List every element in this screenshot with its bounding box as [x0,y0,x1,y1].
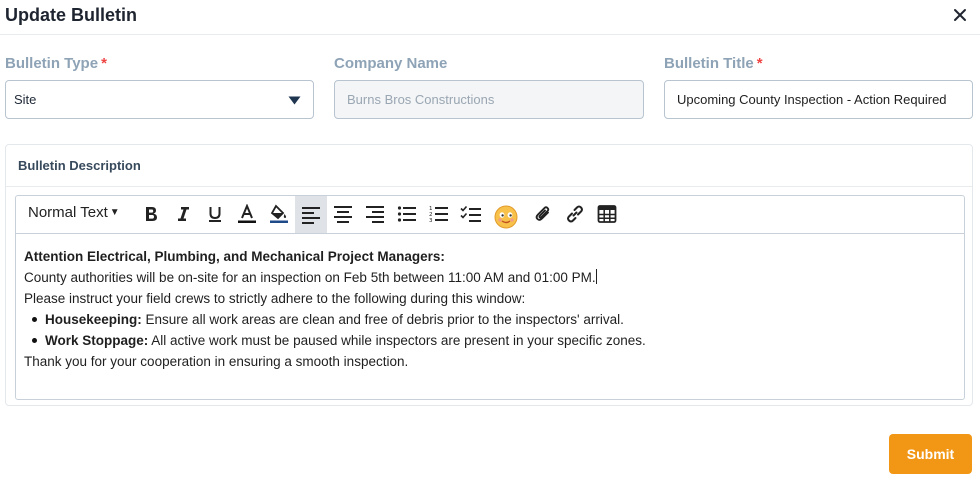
numbered-list-icon[interactable]: 123 [426,201,452,227]
bulletin-type-select[interactable]: Site [5,80,314,119]
list-item: Work Stoppage: All active work must be p… [24,330,954,351]
underline-icon[interactable] [202,201,228,227]
svg-text:3: 3 [429,218,433,223]
company-name-value: Burns Bros Constructions [347,92,495,107]
list-item-text: All active work must be paused while ins… [148,333,646,348]
close-icon[interactable] [950,5,970,25]
submit-button[interactable]: Submit [889,434,972,474]
dropdown-arrow-icon [288,96,301,105]
bulletin-title-label: Bulletin Title * [664,55,763,72]
bold-icon[interactable] [138,201,164,227]
description-card: Bulletin Description Normal Text ▼ 1 2 3… [5,144,973,406]
bulleted-list-icon[interactable] [394,201,420,227]
chevron-down-icon: ▼ [109,207,120,218]
paragraph-line-text: County authorities will be on-site for a… [24,270,596,285]
rich-text-editor[interactable]: Normal Text ▼ 1 2 3 Attention Electrical… [15,195,965,400]
bulletin-type-label: Bulletin Type * [5,55,107,72]
list-item: Housekeeping: Ensure all work areas are … [24,309,954,330]
text-style-dropdown[interactable]: Normal Text ▼ [28,204,120,221]
checklist-icon[interactable] [458,201,484,227]
link-icon[interactable] [562,201,588,227]
emoji-icon[interactable] [493,204,519,230]
bulletin-heading: Attention Electrical, Plumbing, and Mech… [24,249,445,264]
bulletin-title-input[interactable]: Upcoming County Inspection - Action Requ… [664,80,973,119]
editor-content[interactable]: Attention Electrical, Plumbing, and Mech… [24,246,954,372]
list-item-label: Housekeeping: [45,312,142,327]
attachment-icon[interactable] [530,201,556,227]
description-header: Bulletin Description [6,145,972,187]
text-color-icon[interactable] [234,201,260,227]
bulletin-title-label-text: Bulletin Title [664,55,754,72]
company-name-field: Burns Bros Constructions [334,80,644,119]
dialog-title: Update Bulletin [5,5,138,25]
italic-icon[interactable] [170,201,196,227]
required-mark: * [756,55,763,72]
list-item-label: Work Stoppage: [45,333,149,348]
description-label: Bulletin Description [18,158,141,173]
align-left-icon[interactable] [295,196,327,233]
paragraph-line: Please instruct your field crews to stri… [24,291,526,306]
editor-toolbar: Normal Text ▼ 1 2 3 [16,196,964,234]
bulletin-type-label-text: Bulletin Type [5,55,99,72]
fill-color-icon[interactable] [266,201,292,227]
align-center-icon[interactable] [330,201,356,227]
list-item-text: Ensure all work areas are clean and free… [141,312,624,327]
text-cursor [595,269,597,284]
dialog-header: Update Bulletin [0,0,980,35]
paragraph-line: Thank you for your cooperation in ensuri… [24,354,409,369]
company-name-label: Company Name [334,55,448,72]
bulletin-type-value: Site [14,92,37,107]
table-icon[interactable] [594,201,620,227]
bulletin-title-value: Upcoming County Inspection - Action Requ… [677,92,947,107]
paragraph-line: County authorities will be on-site for a… [24,267,954,288]
text-style-label: Normal Text [28,204,108,221]
required-mark: * [101,55,107,72]
align-right-icon[interactable] [362,201,388,227]
